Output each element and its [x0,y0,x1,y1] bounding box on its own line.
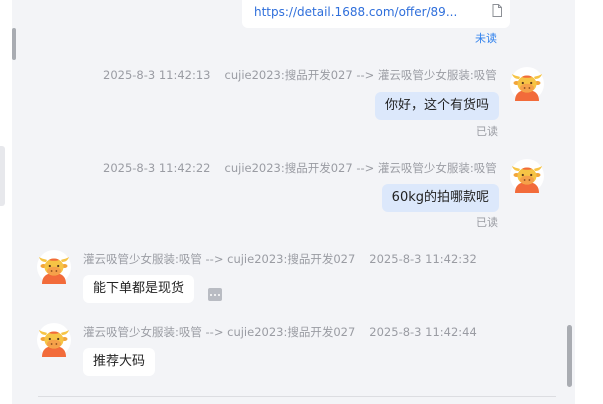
left-scrollbar[interactable] [12,28,16,60]
cow-avatar-icon [37,323,71,357]
message-status: 已读 [476,216,498,229]
link-card-status: 未读 [475,32,497,45]
message-route: cujie2023:搜品开发027 --> 灌云吸管少女服装:吸管 [224,68,497,82]
cow-avatar-icon [37,250,71,284]
message-time: 2025-8-3 11:42:13 [103,68,211,82]
message-bubble: 能下单都是现货 [83,275,195,303]
message-meta: 灌云吸管少女服装:吸管 --> cujie2023:搜品开发027 2025-8-… [83,251,477,267]
message-bubble: 60kg的拍哪款呢 [381,184,499,212]
product-link-card[interactable]: https://detail.1688.com/offer/89... [242,0,510,28]
cow-avatar-icon [510,67,544,101]
message-meta: 灌云吸管少女服装:吸管 --> cujie2023:搜品开发027 2025-8-… [83,324,477,340]
right-gutter [575,0,603,404]
message-route: 灌云吸管少女服装:吸管 --> cujie2023:搜品开发027 [83,325,356,339]
message-bubble: 推荐大码 [83,348,156,376]
message-route: cujie2023:搜品开发027 --> 灌云吸管少女服装:吸管 [224,161,497,175]
document-icon [492,4,502,17]
message-meta: 2025-8-3 11:42:13 cujie2023:搜品开发027 --> 灌… [103,67,497,83]
chat-scrollbar-thumb[interactable] [567,325,572,387]
message-time: 2025-8-3 11:42:32 [369,252,477,266]
cow-avatar-icon [510,159,544,193]
chat-window: https://detail.1688.com/offer/89... 未读 2… [0,0,603,404]
message-time: 2025-8-3 11:42:44 [369,325,477,339]
message-bubble: 你好，这个有货吗 [374,92,499,120]
left-collapse-handle[interactable] [0,146,5,206]
input-divider [38,396,556,397]
more-options-icon[interactable] [208,288,222,301]
message-meta: 2025-8-3 11:42:22 cujie2023:搜品开发027 --> 灌… [103,160,497,176]
product-link[interactable]: https://detail.1688.com/offer/89... [254,5,457,19]
message-route: 灌云吸管少女服装:吸管 --> cujie2023:搜品开发027 [83,252,356,266]
message-time: 2025-8-3 11:42:22 [103,161,211,175]
message-status: 已读 [476,125,498,138]
